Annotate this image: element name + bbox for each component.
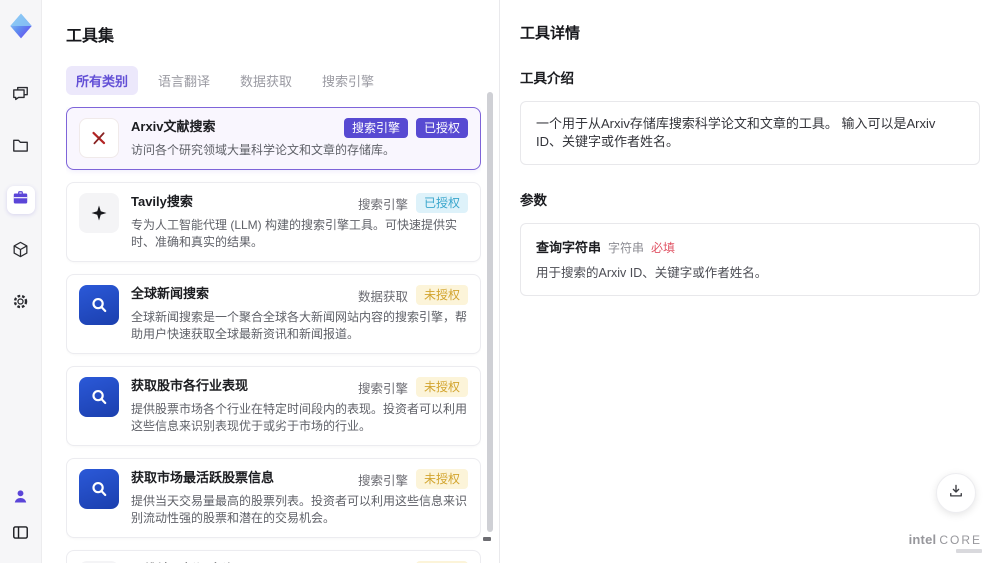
- settings-gear-icon: [11, 292, 30, 316]
- list-scrollbar[interactable]: [487, 92, 493, 552]
- tab-data-fetch[interactable]: 数据获取: [230, 66, 302, 95]
- stock-search-icon: [79, 469, 119, 509]
- category-label: 数据获取: [357, 289, 408, 304]
- category-tabs: 所有类别 语言翻译 数据获取 搜索引擎: [66, 66, 499, 95]
- tab-language-translation[interactable]: 语言翻译: [148, 66, 220, 95]
- arxiv-x-icon: [79, 118, 119, 158]
- chat-icon: [11, 84, 30, 108]
- sidebar: [0, 0, 42, 563]
- tool-description: 专为人工智能代理 (LLM) 构建的搜索引擎工具。可快速提供实时、准确和真实的结…: [131, 218, 458, 249]
- sidebar-item-packages[interactable]: [7, 238, 35, 266]
- tool-card-sector-performance[interactable]: 获取股市各行业表现 搜索引擎 未授权 提供股票市场各个行业在特定时间段内的表现。…: [66, 366, 481, 446]
- tool-card-tavily[interactable]: Tavily搜索 搜索引擎 已授权 专为人工智能代理 (LLM) 构建的搜索引擎…: [66, 182, 481, 262]
- param-required-flag: 必填: [651, 241, 676, 255]
- category-label: 搜索引擎: [357, 197, 408, 212]
- param-type: 字符串: [608, 241, 645, 255]
- page-title: 工具集: [66, 28, 115, 45]
- sidebar-nav: [6, 82, 35, 318]
- download-icon: [947, 482, 965, 505]
- tool-card-arxiv[interactable]: Arxiv文献搜索 搜索引擎 已授权 访问各个研究领域大量科学论文和文章的存储库…: [66, 107, 481, 170]
- auth-badge: 未授权: [415, 469, 468, 489]
- panel-toggle-icon: [11, 523, 30, 547]
- auth-badge: 未授权: [415, 285, 468, 305]
- intro-heading: 工具介绍: [520, 71, 574, 86]
- tavily-star-icon: [79, 193, 119, 233]
- stock-search-icon: [79, 377, 119, 417]
- tool-card-active-stocks[interactable]: 获取市场最活跃股票信息 搜索引擎 未授权 提供当天交易量最高的股票列表。投资者可…: [66, 458, 481, 538]
- tool-description: 访问各个研究领域大量科学论文和文章的存储库。: [131, 143, 396, 157]
- tool-list-pane: 工具集 所有类别 语言翻译 数据获取 搜索引擎 Arxiv文献搜索 搜索引擎 已…: [42, 0, 499, 563]
- intel-core-sub-mark: [956, 549, 982, 553]
- app-window: 工具集 所有类别 语言翻译 数据获取 搜索引擎 Arxiv文献搜索 搜索引擎 已…: [0, 0, 1000, 563]
- sidebar-bottom: [7, 485, 35, 549]
- tool-name: 获取股市各行业表现: [131, 378, 249, 393]
- param-card: 查询字符串 字符串 必填 用于搜索的Arxiv ID、关键字或作者姓名。: [520, 223, 980, 296]
- user-icon: [11, 487, 30, 511]
- core-brand-text: CORE: [939, 533, 982, 547]
- sidebar-item-tools[interactable]: [6, 186, 35, 214]
- tab-search-engine[interactable]: 搜索引擎: [312, 66, 384, 95]
- sidebar-item-settings[interactable]: [7, 290, 35, 318]
- tool-name: Tavily搜索: [131, 194, 193, 209]
- category-label: 搜索引擎: [357, 473, 408, 488]
- scrollbar-end-mark: [483, 537, 491, 541]
- user-profile-button[interactable]: [7, 485, 35, 513]
- tool-card-regional-news[interactable]: 万维地区新闻查询 搜索引擎 未授权 查询具体行政区划内的新闻，快速了解各地新闻动: [66, 550, 481, 563]
- folder-icon: [11, 136, 30, 160]
- tool-description: 提供当天交易量最高的股票列表。投资者可以利用这些信息来识别流动性强的股票和潜在的…: [131, 494, 468, 525]
- auth-badge: 已授权: [415, 193, 468, 213]
- tool-card-global-news[interactable]: 全球新闻搜索 数据获取 未授权 全球新闻搜索是一个聚合全球各大新闻网站内容的搜索…: [66, 274, 481, 354]
- toolbox-icon: [11, 188, 30, 212]
- tool-detail-pane: 工具详情 工具介绍 一个用于从Arxiv存储库搜索科学论文和文章的工具。 输入可…: [499, 0, 1000, 563]
- intel-brand-text: intel: [908, 532, 937, 547]
- category-label: 搜索引擎: [357, 381, 408, 396]
- sidebar-item-chat[interactable]: [7, 82, 35, 110]
- tool-name: Arxiv文献搜索: [131, 119, 216, 134]
- app-logo-icon: [3, 8, 39, 44]
- auth-badge: 未授权: [415, 377, 468, 397]
- intro-card: 一个用于从Arxiv存储库搜索科学论文和文章的工具。 输入可以是Arxiv ID…: [520, 101, 980, 165]
- auth-badge: 已授权: [415, 118, 468, 138]
- param-description: 用于搜索的Arxiv ID、关键字或作者姓名。: [536, 266, 768, 280]
- collapse-sidebar-button[interactable]: [7, 521, 35, 549]
- news-search-icon: [79, 285, 119, 325]
- tool-description: 全球新闻搜索是一个聚合全球各大新闻网站内容的搜索引擎，帮助用户快速获取全球最新资…: [131, 310, 468, 341]
- params-heading: 参数: [520, 193, 547, 208]
- sidebar-item-files[interactable]: [7, 134, 35, 162]
- tool-name: 获取市场最活跃股票信息: [131, 470, 275, 485]
- detail-title: 工具详情: [520, 25, 581, 42]
- tool-list: Arxiv文献搜索 搜索引擎 已授权 访问各个研究领域大量科学论文和文章的存储库…: [66, 107, 481, 563]
- param-name: 查询字符串: [536, 240, 602, 255]
- tool-description: 提供股票市场各个行业在特定时间段内的表现。投资者可以利用这些信息来识别表现优于或…: [131, 402, 468, 433]
- tool-name: 全球新闻搜索: [131, 286, 210, 301]
- tab-all-categories[interactable]: 所有类别: [66, 66, 139, 95]
- package-icon: [11, 240, 30, 264]
- intel-core-logo: intel CORE: [909, 532, 982, 553]
- scrollbar-thumb[interactable]: [487, 92, 493, 532]
- category-badge: 搜索引擎: [343, 118, 408, 138]
- download-button[interactable]: [936, 473, 976, 513]
- intro-text: 一个用于从Arxiv存储库搜索科学论文和文章的工具。 输入可以是Arxiv ID…: [536, 116, 936, 149]
